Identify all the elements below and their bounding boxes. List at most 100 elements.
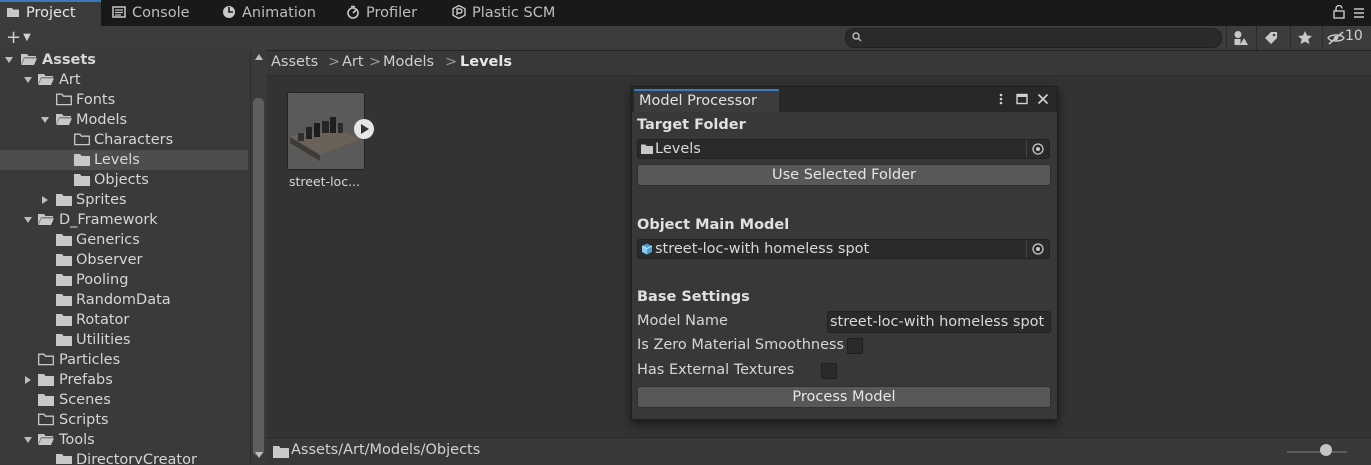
tree-item-scenes[interactable]: Scenes: [0, 390, 248, 410]
folder-icon: [56, 454, 72, 464]
expand-down-icon[interactable]: [23, 435, 33, 445]
star-icon: [1298, 31, 1312, 45]
tree-item-prefabs[interactable]: Prefabs: [0, 370, 248, 390]
model-processor-window: Model Processor Target Folder Levels Use…: [631, 86, 1058, 420]
tree-item-generics[interactable]: Generics: [0, 230, 248, 250]
model-name-label: Model Name: [637, 313, 728, 329]
tree-item-sprites[interactable]: Sprites: [0, 190, 248, 210]
folder-tree: Assets Art Fonts Models Characters Level…: [0, 50, 250, 464]
model-processor-tab-bar: Model Processor: [632, 87, 1057, 112]
object-main-model-heading: Object Main Model: [637, 217, 790, 233]
tree-item-characters[interactable]: Characters: [0, 130, 248, 150]
tree-item-randomdata[interactable]: RandomData: [0, 290, 248, 310]
tree-item-fonts[interactable]: Fonts: [0, 90, 248, 110]
search-by-label-button[interactable]: [1256, 26, 1285, 50]
expand-right-icon[interactable]: [40, 195, 50, 205]
search-input[interactable]: [845, 28, 1222, 48]
folder-icon: [56, 294, 72, 306]
hidden-count: 10: [1345, 28, 1363, 44]
tree-item-models[interactable]: Models: [0, 110, 248, 130]
folder-open-icon: [38, 214, 54, 225]
search-by-type-button[interactable]: [1226, 26, 1255, 50]
expand-right-icon[interactable]: [23, 375, 33, 385]
folder-empty-icon: [38, 353, 54, 366]
tree-item-scripts[interactable]: Scripts: [0, 410, 248, 430]
process-model-button[interactable]: Process Model: [637, 386, 1051, 408]
tab-console[interactable]: Console: [106, 0, 210, 26]
project-toolbar: + ▼ 10: [0, 26, 1371, 51]
breadcrumb-separator: >: [328, 54, 341, 70]
tree-item-art[interactable]: Art: [0, 70, 248, 90]
tree-item-directorycreator[interactable]: DirectoryCreator: [0, 450, 248, 464]
tree-item-particles[interactable]: Particles: [0, 350, 248, 370]
tab-animation[interactable]: Animation: [216, 0, 334, 26]
expand-down-icon[interactable]: [23, 75, 33, 85]
folder-icon: [7, 8, 19, 17]
eye-hidden-icon: [1327, 31, 1345, 45]
type-filter-icon: [1234, 31, 1248, 45]
folder-icon: [641, 144, 653, 154]
external-textures-checkbox[interactable]: [821, 363, 837, 379]
breadcrumb-item-art[interactable]: Art: [342, 54, 364, 70]
tab-plastic-scm[interactable]: Plastic SCM: [446, 0, 578, 26]
object-main-model-field[interactable]: street-loc-with homeless spot: [637, 239, 1050, 259]
scrollbar-thumb[interactable]: [253, 98, 264, 456]
favorites-button[interactable]: [1290, 26, 1319, 50]
zoom-slider-track[interactable]: [1287, 451, 1347, 453]
folder-open-icon: [56, 114, 72, 125]
tab-profiler[interactable]: Profiler: [340, 0, 440, 26]
folder-open-icon: [38, 74, 54, 85]
more-options-icon[interactable]: [995, 93, 1007, 105]
folder-icon: [273, 446, 289, 458]
zero-smoothness-label: Is Zero Material Smoothness: [637, 337, 845, 353]
close-icon[interactable]: [1037, 93, 1049, 105]
window-tab-bar: Project Console Animation Profiler Plast…: [0, 0, 1371, 26]
tree-item-observer[interactable]: Observer: [0, 250, 248, 270]
profiler-icon: [347, 5, 359, 19]
play-preview-button[interactable]: [354, 119, 374, 139]
folder-icon: [56, 194, 72, 206]
expand-down-icon[interactable]: [23, 215, 33, 225]
tab-project[interactable]: Project: [0, 0, 101, 26]
tree-item-levels[interactable]: Levels: [0, 150, 248, 170]
folder-empty-icon: [38, 413, 54, 426]
folder-open-icon: [38, 434, 54, 445]
tree-item-d-framework[interactable]: D_Framework: [0, 210, 248, 230]
expand-down-icon[interactable]: [4, 55, 14, 65]
lock-icon[interactable]: [1333, 5, 1345, 19]
folder-icon: [38, 374, 54, 386]
kebab-menu-icon[interactable]: [1353, 7, 1365, 19]
zoom-slider-handle[interactable]: [1320, 444, 1332, 456]
folder-open-icon: [21, 54, 37, 65]
tree-item-pooling[interactable]: Pooling: [0, 270, 248, 290]
base-settings-heading: Base Settings: [637, 289, 750, 305]
hidden-packages-button[interactable]: 10: [1322, 26, 1371, 50]
zero-smoothness-checkbox[interactable]: [847, 338, 863, 354]
folder-icon: [56, 334, 72, 346]
folder-icon: [56, 274, 72, 286]
tree-item-tools[interactable]: Tools: [0, 430, 248, 450]
target-folder-field[interactable]: Levels: [637, 139, 1050, 159]
tree-scrollbar[interactable]: [250, 50, 267, 464]
scroll-up-arrow-icon[interactable]: [255, 54, 263, 60]
tree-item-utilities[interactable]: Utilities: [0, 330, 248, 350]
breadcrumb-separator: >: [445, 54, 458, 70]
scroll-down-arrow-icon[interactable]: [255, 452, 263, 458]
folder-icon: [74, 174, 90, 186]
object-picker-button[interactable]: [1026, 240, 1049, 258]
breadcrumb-item-models[interactable]: Models: [383, 54, 434, 70]
breadcrumb-item-levels[interactable]: Levels: [460, 54, 512, 70]
tab-model-processor[interactable]: Model Processor: [634, 89, 779, 112]
folder-icon: [56, 254, 72, 266]
object-picker-button[interactable]: [1026, 140, 1049, 158]
use-selected-folder-button[interactable]: Use Selected Folder: [637, 164, 1051, 186]
tree-item-rotator[interactable]: Rotator: [0, 310, 248, 330]
breadcrumb-item-assets[interactable]: Assets: [271, 54, 318, 70]
console-icon: [112, 6, 126, 18]
tree-item-objects[interactable]: Objects: [0, 170, 248, 190]
expand-down-icon[interactable]: [40, 115, 50, 125]
create-button[interactable]: + ▼: [6, 27, 31, 48]
model-name-input[interactable]: street-loc-with homeless spot: [827, 311, 1051, 333]
tree-item-assets[interactable]: Assets: [0, 50, 248, 70]
maximize-icon[interactable]: [1016, 93, 1028, 105]
